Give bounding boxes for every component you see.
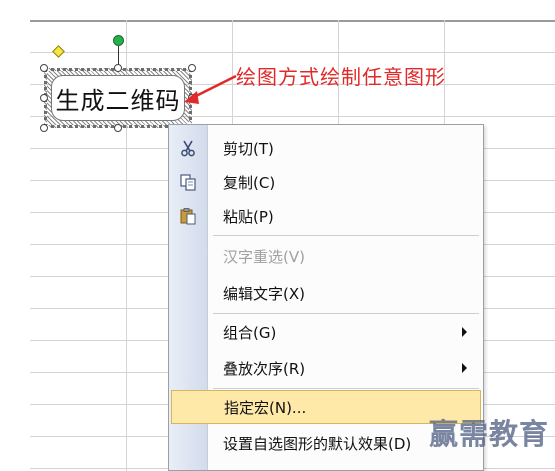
menu-item-label: 叠放次序(R) xyxy=(223,359,306,378)
menu-item-label: 编辑文字(X) xyxy=(223,284,305,303)
paste-icon xyxy=(177,205,199,227)
watermark-logo: 赢需教育 xyxy=(428,417,549,451)
menu-item-label: 汉字重选(V) xyxy=(223,247,305,266)
menu-item-label: 指定宏(N)... xyxy=(224,398,307,417)
submenu-arrow-icon xyxy=(462,363,467,373)
menu-item-label: 复制(C) xyxy=(223,173,276,192)
menu-item-edit-text[interactable]: 编辑文字(X) xyxy=(169,276,483,310)
arrow-shaft xyxy=(191,74,237,100)
menu-item-label: 粘贴(P) xyxy=(223,207,274,226)
menu-item-reselect-chinese: 汉字重选(V) xyxy=(169,239,483,273)
menu-item-group[interactable]: 组合(G) xyxy=(169,315,483,349)
scissors-icon xyxy=(177,137,199,159)
arrow-head xyxy=(184,91,199,104)
menu-item-label: 组合(G) xyxy=(223,323,277,342)
menu-item-label: 剪切(T) xyxy=(223,139,274,158)
menu-item-label: 设置自选图形的默认效果(D) xyxy=(223,434,412,453)
menu-separator xyxy=(213,235,479,236)
menu-separator xyxy=(213,313,479,314)
menu-item-order[interactable]: 叠放次序(R) xyxy=(169,351,483,385)
copy-icon xyxy=(177,171,199,193)
menu-item-paste[interactable]: 粘贴(P) xyxy=(169,199,483,233)
menu-item-cut[interactable]: 剪切(T) xyxy=(169,131,483,165)
menu-item-copy[interactable]: 复制(C) xyxy=(169,165,483,199)
menu-separator xyxy=(213,388,479,389)
submenu-arrow-icon xyxy=(462,327,467,337)
annotation-text: 绘图方式绘制任意图形 xyxy=(236,65,446,89)
